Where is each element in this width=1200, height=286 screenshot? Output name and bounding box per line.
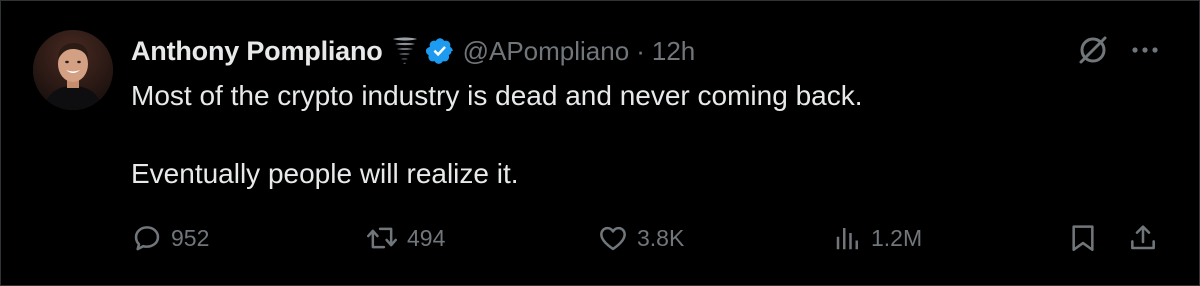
retweet-button[interactable]: 494 (365, 220, 445, 256)
reply-count: 952 (171, 224, 210, 251)
retweet-icon (367, 227, 397, 249)
like-count: 3.8K (637, 224, 685, 251)
tweet-text-line-2: Eventually people will realize it. (131, 158, 519, 189)
tweet-card[interactable]: Anthony Pompliano @APompliano · 12h Most… (0, 0, 1200, 286)
grok-button[interactable] (1073, 33, 1113, 67)
share-button[interactable] (1127, 220, 1159, 256)
verified-badge-icon[interactable] (425, 36, 455, 66)
reply-button[interactable]: 952 (131, 220, 209, 256)
retweet-count: 494 (407, 224, 446, 251)
like-button[interactable]: 3.8K (597, 220, 684, 256)
avatar-image (33, 30, 113, 110)
tweet-header: Anthony Pompliano @APompliano · 12h (131, 31, 695, 71)
separator-dot: · (636, 35, 645, 66)
author-display-name[interactable]: Anthony Pompliano (131, 36, 383, 67)
views-count: 1.2M (871, 224, 923, 251)
avatar[interactable] (33, 30, 113, 110)
share-icon (1131, 225, 1155, 250)
more-icon (1132, 47, 1158, 53)
more-button[interactable] (1125, 33, 1165, 67)
reply-icon (134, 226, 160, 251)
heart-icon (600, 226, 626, 251)
tweet-timestamp[interactable]: 12h (652, 36, 695, 67)
grok-icon (1079, 36, 1107, 64)
tornado-icon (391, 35, 419, 67)
tweet-text-line-1: Most of the crypto industry is dead and … (131, 80, 863, 111)
views-icon (836, 228, 858, 250)
author-handle[interactable]: @APompliano (463, 36, 630, 67)
views-button[interactable]: 1.2M (833, 220, 922, 256)
bookmark-icon (1072, 225, 1094, 252)
bookmark-button[interactable] (1067, 220, 1099, 256)
